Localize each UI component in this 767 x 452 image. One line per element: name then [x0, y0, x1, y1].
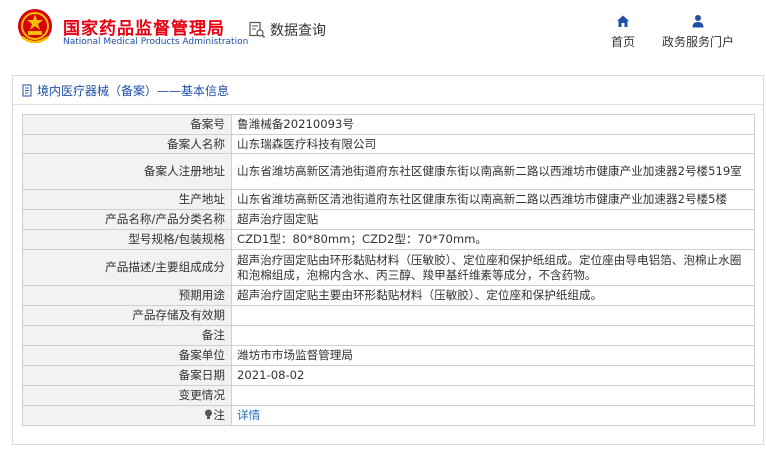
search-document-icon: [249, 21, 266, 39]
table-row: 产品名称/产品分类名称 超声治疗固定贴: [22, 209, 755, 230]
table-row: 备案号 鲁潍械备20210093号: [22, 114, 755, 135]
user-icon: [692, 15, 704, 28]
field-label: 生产地址: [22, 189, 232, 210]
table-row: 产品存储及有效期: [22, 305, 755, 326]
field-value: 山东瑞森医疗科技有限公司: [231, 134, 755, 154]
document-icon: [22, 84, 32, 96]
field-label: 产品名称/产品分类名称: [22, 209, 232, 230]
nav-home[interactable]: 首页: [611, 14, 635, 50]
nav-home-label: 首页: [611, 35, 636, 49]
field-label: 型号规格/包装规格: [22, 229, 232, 250]
field-label: 预期用途: [22, 285, 232, 306]
table-row: 变更情况: [22, 385, 755, 406]
field-label: 备案人名称: [22, 134, 232, 154]
field-value: CZD1型：80*80mm；CZD2型：70*70mm。: [231, 229, 755, 250]
nav-portal-label: 政务服务门户: [662, 35, 735, 49]
field-label: 产品存储及有效期: [22, 305, 232, 326]
field-label: 产品描述/主要组成成分: [22, 249, 232, 286]
table-row: 产品描述/主要组成成分 超声治疗固定贴由环形黏贴材料（压敏胶）、定位座和保护纸组…: [22, 249, 755, 286]
field-label: 备注: [22, 325, 232, 346]
table-row: 备案单位 潍坊市市场监督管理局: [22, 345, 755, 366]
data-query-title: 数据查询: [248, 20, 326, 40]
note-value: 详情: [231, 405, 755, 426]
field-value: 超声治疗固定贴主要由环形黏贴材料（压敏胶）、定位座和保护纸组成。: [231, 285, 755, 306]
field-value: 2021-08-02: [231, 365, 755, 386]
field-value: 超声治疗固定贴: [231, 209, 755, 230]
field-value: 鲁潍械备20210093号: [231, 114, 755, 135]
field-value: 山东省潍坊高新区清池街道府东社区健康东街以南高新二路以西潍坊市健康产业加速器2号…: [231, 189, 755, 210]
table-row-note: 注 详情: [22, 405, 755, 426]
detail-panel: 境内医疗器械（备案）——基本信息 备案号 鲁潍械备20210093号 备案人名称…: [12, 75, 764, 445]
note-label-text: 注: [213, 408, 225, 422]
data-query-label: 数据查询: [270, 23, 326, 39]
home-icon: [617, 15, 629, 27]
field-label: 备案人注册地址: [22, 153, 232, 190]
top-header: 国家药品监督管理局 National Medical Products Admi…: [0, 0, 767, 62]
field-value: 山东省潍坊高新区清池街道府东社区健康东街以南高新二路以西潍坊市健康产业加速器2号…: [231, 153, 755, 190]
field-label: 备案日期: [22, 365, 232, 386]
section-title: 境内医疗器械（备案）——基本信息: [37, 83, 230, 98]
table-row: 生产地址 山东省潍坊高新区清池街道府东社区健康东街以南高新二路以西潍坊市健康产业…: [22, 189, 755, 210]
org-name-en: National Medical Products Administration: [63, 37, 249, 47]
field-label: 备案单位: [22, 345, 232, 366]
field-value: [231, 385, 755, 406]
org-name-cn: 国家药品监督管理局: [63, 19, 225, 39]
field-value: [231, 325, 755, 346]
table-row: 预期用途 超声治疗固定贴主要由环形黏贴材料（压敏胶）、定位座和保护纸组成。: [22, 285, 755, 306]
table-row: 备案日期 2021-08-02: [22, 365, 755, 386]
table-row: 型号规格/包装规格 CZD1型：80*80mm；CZD2型：70*70mm。: [22, 229, 755, 250]
field-value: 潍坊市市场监督管理局: [231, 345, 755, 366]
field-value: [231, 305, 755, 326]
field-label: 备案号: [22, 114, 232, 135]
details-link[interactable]: 详情: [237, 408, 260, 422]
field-value: 超声治疗固定贴由环形黏贴材料（压敏胶）、定位座和保护纸组成。定位座由导电铝箔、泡…: [231, 249, 755, 286]
table-row: 备案人注册地址 山东省潍坊高新区清池街道府东社区健康东街以南高新二路以西潍坊市健…: [22, 153, 755, 190]
section-header: 境内医疗器械（备案）——基本信息: [13, 76, 763, 105]
field-label: 变更情况: [22, 385, 232, 406]
national-emblem-icon: [18, 9, 52, 44]
nav-service-portal[interactable]: 政务服务门户: [662, 14, 734, 50]
record-table: 备案号 鲁潍械备20210093号 备案人名称 山东瑞森医疗科技有限公司 备案人…: [22, 114, 755, 426]
note-label: 注: [22, 405, 232, 426]
table-row: 备注: [22, 325, 755, 346]
table-row: 备案人名称 山东瑞森医疗科技有限公司: [22, 134, 755, 154]
